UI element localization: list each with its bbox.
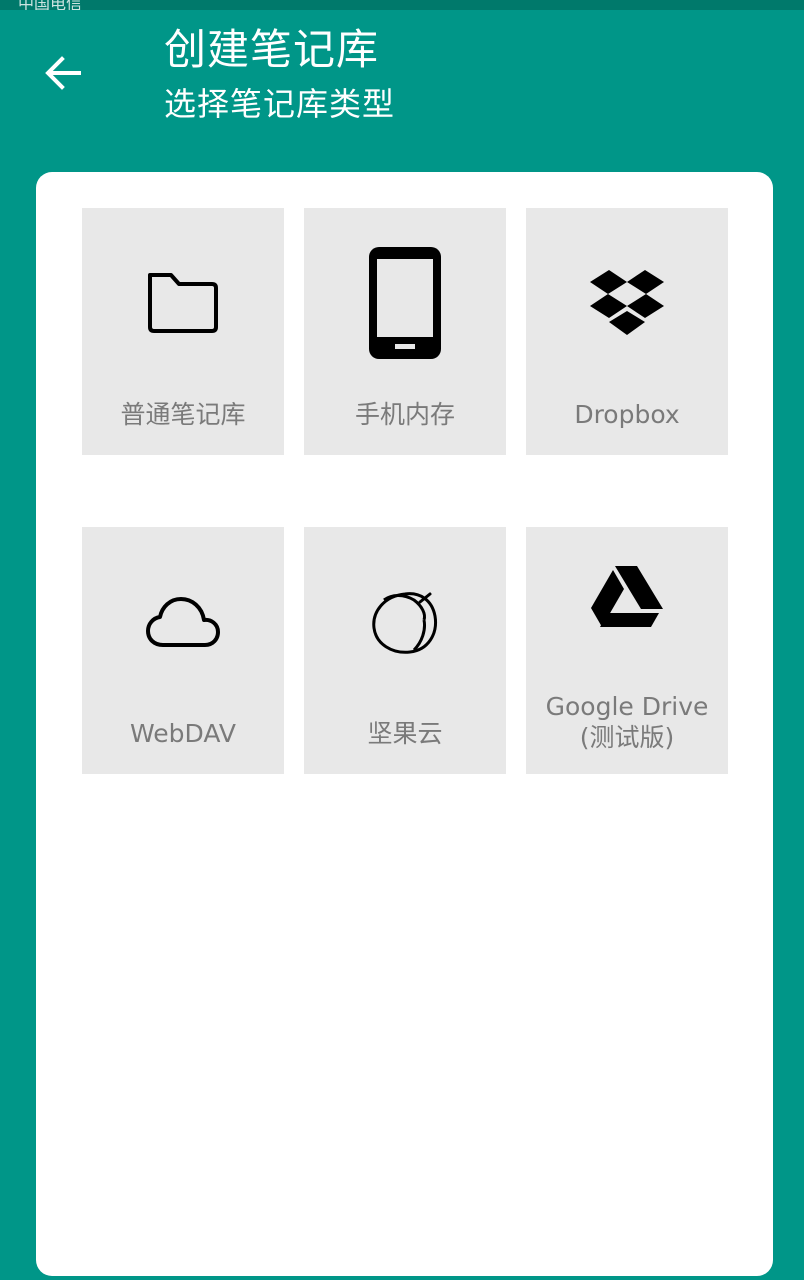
back-button[interactable] — [34, 48, 92, 98]
page-title: 创建笔记库 — [164, 25, 380, 74]
option-label: Dropbox — [574, 400, 680, 429]
option-sublabel: (测试版) — [579, 723, 675, 752]
dropbox-icon — [526, 228, 728, 378]
option-google-drive[interactable]: Google Drive (测试版) — [526, 527, 728, 774]
option-label: 坚果云 — [367, 719, 443, 748]
option-normal-library[interactable]: 普通笔记库 — [82, 208, 284, 455]
library-type-card: 普通笔记库 手机内存 Dropbox WebDAV 坚果云 Google Dri… — [36, 172, 773, 1276]
smartphone-icon — [304, 228, 506, 378]
option-phone-storage[interactable]: 手机内存 — [304, 208, 506, 455]
jianguoyun-icon — [304, 547, 506, 697]
option-label: 手机内存 — [354, 400, 455, 429]
option-webdav[interactable]: WebDAV — [82, 527, 284, 774]
google-drive-icon — [526, 527, 728, 667]
option-dropbox[interactable]: Dropbox — [526, 208, 728, 455]
page-subtitle: 选择笔记库类型 — [164, 85, 396, 123]
status-bar: 中国电信 — [0, 0, 804, 10]
cloud-icon — [82, 547, 284, 697]
carrier-label: 中国电信 — [18, 0, 83, 10]
option-jianguoyun[interactable]: 坚果云 — [304, 527, 506, 774]
folder-icon — [82, 228, 284, 378]
option-label: Google Drive — [545, 692, 709, 721]
option-label: 普通笔记库 — [120, 400, 246, 429]
arrow-left-icon — [45, 56, 81, 90]
option-label: WebDAV — [130, 719, 236, 748]
